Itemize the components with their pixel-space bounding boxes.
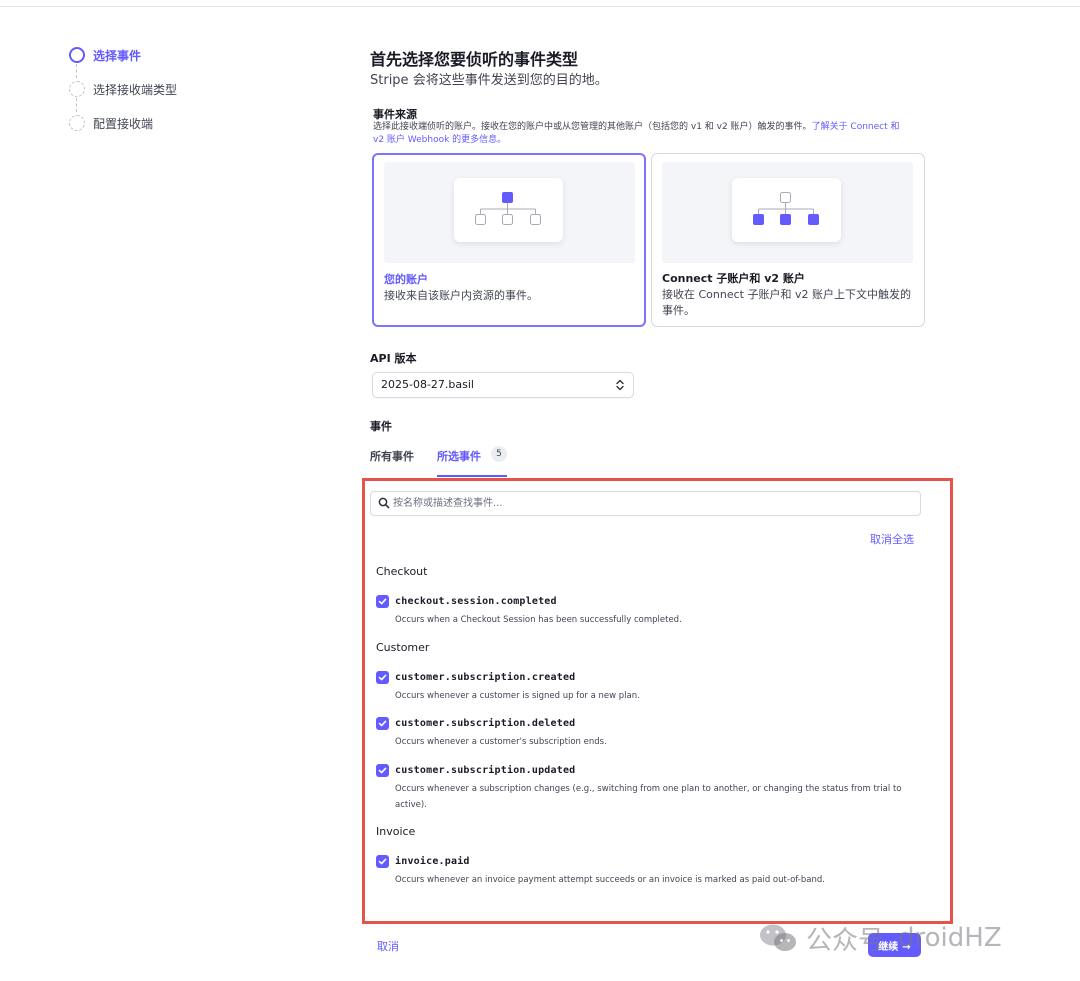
watermark: 公众号 droidHZ xyxy=(758,918,1002,958)
card-title: Connect 子账户和 v2 账户 xyxy=(662,272,805,285)
steps-sidebar: 选择事件 选择接收端类型 配置接收端 xyxy=(69,46,269,148)
source-card-your-account[interactable]: 您的账户 接收来自该账户内资源的事件。 xyxy=(372,153,646,327)
connect-accounts-illustration xyxy=(662,162,913,263)
page-title: 首先选择您要侦听的事件类型 xyxy=(370,50,579,69)
card-description: 接收来自该账户内资源的事件。 xyxy=(384,289,538,302)
search-icon xyxy=(378,497,390,509)
check-icon xyxy=(378,674,387,681)
checkbox-checked[interactable] xyxy=(376,855,389,868)
step-label: 选择事件 xyxy=(93,48,142,63)
step-label: 配置接收端 xyxy=(93,116,154,131)
event-group-title-checkout: Checkout xyxy=(376,565,428,578)
card-title: 您的账户 xyxy=(384,273,428,286)
step-label: 选择接收端类型 xyxy=(93,82,178,97)
top-divider xyxy=(0,6,1080,7)
step-pending-circle-icon xyxy=(69,115,85,131)
api-version-value: 2025-08-27.basil xyxy=(381,378,474,391)
step-active-circle-icon xyxy=(69,47,85,63)
wechat-icon xyxy=(760,924,796,951)
illustration-panel xyxy=(732,178,841,242)
page-subtitle: Stripe 会将这些事件发送到您的目的地。 xyxy=(370,73,608,88)
event-source-description-text: 选择此接收端侦听的账户。接收在您的账户中或从您管理的其他账户（包括您的 v1 和… xyxy=(373,122,812,132)
selected-events-count-badge: 5 xyxy=(491,446,507,462)
deselect-all-link[interactable]: 取消全选 xyxy=(870,531,914,547)
active-tab-indicator xyxy=(437,475,507,477)
main-header: 首先选择您要侦听的事件类型 Stripe 会将这些事件发送到您的目的地。 xyxy=(370,48,930,90)
checkbox-checked[interactable] xyxy=(376,764,389,777)
cancel-button[interactable]: 取消 xyxy=(377,938,399,954)
your-account-illustration xyxy=(384,162,635,263)
event-description: Occurs whenever a customer is signed up … xyxy=(395,691,640,701)
event-name: customer.subscription.deleted xyxy=(395,718,576,729)
step-configure-destination[interactable]: 配置接收端 xyxy=(69,106,269,140)
event-description: Occurs whenever a customer's subscriptio… xyxy=(395,737,607,747)
checkbox-checked[interactable] xyxy=(376,595,389,608)
account-tree-icon xyxy=(475,192,541,225)
watermark-name: droidHZ xyxy=(898,923,1002,953)
api-version-select[interactable]: 2025-08-27.basil xyxy=(372,372,634,398)
event-source-description: 选择此接收端侦听的账户。接收在您的账户中或从您管理的其他账户（包括您的 v1 和… xyxy=(373,121,913,147)
step-pending-circle-icon xyxy=(69,81,85,97)
illustration-panel xyxy=(454,178,563,242)
card-description: 接收在 Connect 子账户和 v2 账户上下文中触发的事件。 xyxy=(662,288,911,317)
checkbox-checked[interactable] xyxy=(376,671,389,684)
event-search-box[interactable] xyxy=(370,491,921,516)
event-name: customer.subscription.updated xyxy=(395,765,576,776)
event-name: customer.subscription.created xyxy=(395,672,576,683)
event-description: Occurs whenever a subscription changes (… xyxy=(395,784,902,810)
source-card-connect-accounts[interactable]: Connect 子账户和 v2 账户 接收在 Connect 子账户和 v2 账… xyxy=(651,153,925,327)
event-search-input[interactable] xyxy=(393,494,913,513)
event-source-title: 事件来源 xyxy=(373,108,417,121)
tab-all-events[interactable]: 所有事件 xyxy=(370,448,414,464)
api-version-label: API 版本 xyxy=(370,352,417,365)
check-icon xyxy=(378,598,387,605)
watermark-label: 公众号 xyxy=(806,925,885,956)
event-name: checkout.session.completed xyxy=(395,596,557,607)
checkbox-checked[interactable] xyxy=(376,717,389,730)
step-select-events[interactable]: 选择事件 xyxy=(69,38,269,72)
check-icon xyxy=(378,720,387,727)
event-group-title-customer: Customer xyxy=(376,641,430,654)
event-description: Occurs whenever an invoice payment attem… xyxy=(395,875,825,885)
event-description: Occurs when a Checkout Session has been … xyxy=(395,615,682,625)
event-name: invoice.paid xyxy=(395,856,470,867)
check-icon xyxy=(378,767,387,774)
tab-selected-events[interactable]: 所选事件 xyxy=(437,448,481,464)
events-tabs: 所有事件 所选事件 5 xyxy=(370,444,530,477)
connected-accounts-tree-icon xyxy=(753,192,819,225)
chevron-up-down-icon xyxy=(616,379,624,391)
check-icon xyxy=(378,858,387,865)
event-group-title-invoice: Invoice xyxy=(376,825,416,838)
events-label: 事件 xyxy=(370,420,392,433)
step-select-destination-type[interactable]: 选择接收端类型 xyxy=(69,72,269,106)
